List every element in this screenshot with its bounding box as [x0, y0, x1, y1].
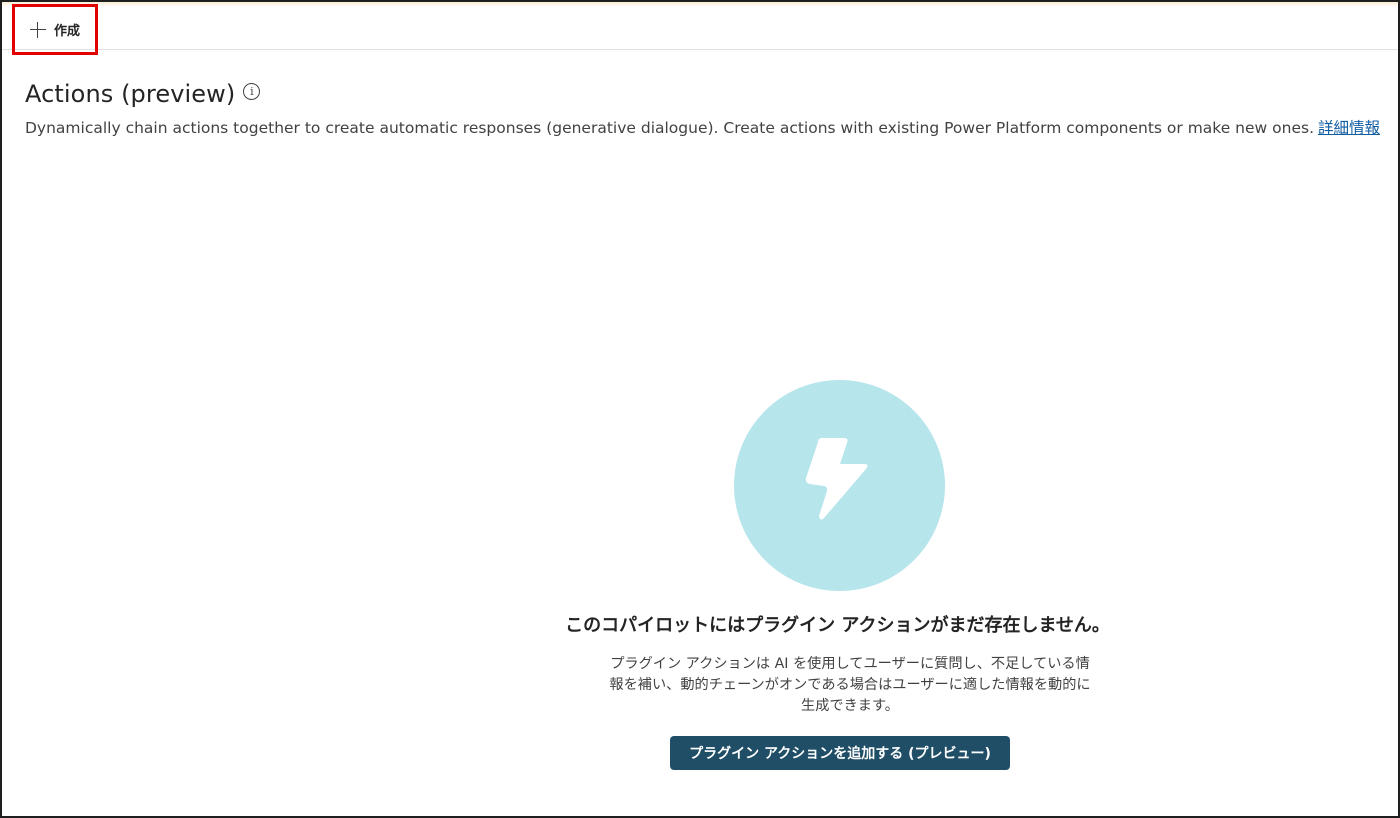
page-heading: Actions (preview) i [25, 80, 261, 108]
app-frame: 作成 Actions (preview) i Dynamically chain… [0, 0, 1400, 818]
empty-state-description-line: プラグイン アクションは AI を使用してユーザーに質問し、不足している情 [610, 656, 1090, 672]
plus-icon [29, 21, 46, 38]
info-icon[interactable]: i [243, 82, 261, 100]
add-plugin-action-button[interactable]: プラグイン アクションを追加する (プレビュー) [670, 736, 1010, 770]
empty-state-illustration [734, 380, 945, 591]
lightning-icon [805, 437, 868, 520]
empty-state-description-line: 報を補い、動的チェーンがオンである場合はユーザーに適した情報を動的に [609, 677, 1091, 693]
page-title: Actions (preview) [25, 80, 236, 108]
page-description-text: Dynamically chain actions together to cr… [25, 119, 1314, 137]
empty-state-title: このコパイロットにはプラグイン アクションがまだ存在しません。 [565, 615, 1110, 636]
empty-state-description-line: 生成できます。 [801, 698, 899, 714]
create-button[interactable]: 作成 [12, 4, 98, 55]
toolbar: 作成 [2, 2, 1398, 55]
create-button-label: 作成 [53, 24, 80, 39]
page-description: Dynamically chain actions together to cr… [25, 116, 1380, 138]
empty-state-description: プラグイン アクションは AI を使用してユーザーに質問し、不足している情 報を… [590, 654, 1110, 717]
learn-more-link[interactable]: 詳細情報 [1318, 119, 1380, 137]
